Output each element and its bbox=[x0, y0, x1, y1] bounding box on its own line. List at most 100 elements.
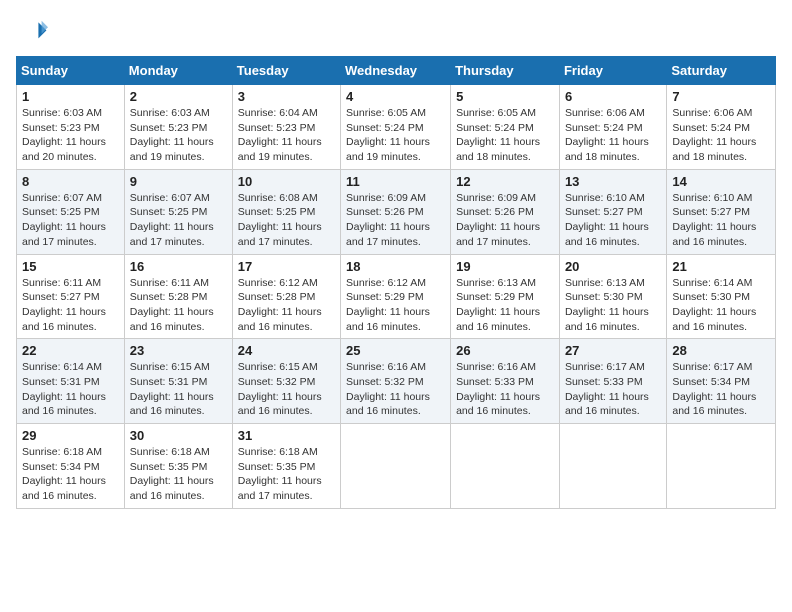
day-info: Sunrise: 6:03 AMSunset: 5:23 PMDaylight:… bbox=[22, 107, 106, 163]
day-info: Sunrise: 6:18 AMSunset: 5:35 PMDaylight:… bbox=[130, 446, 214, 502]
column-header-friday: Friday bbox=[559, 57, 666, 85]
calendar-cell: 11 Sunrise: 6:09 AMSunset: 5:26 PMDaylig… bbox=[341, 169, 451, 254]
column-header-thursday: Thursday bbox=[451, 57, 560, 85]
day-number: 24 bbox=[238, 343, 335, 358]
day-info: Sunrise: 6:12 AMSunset: 5:29 PMDaylight:… bbox=[346, 277, 430, 333]
calendar-cell: 8 Sunrise: 6:07 AMSunset: 5:25 PMDayligh… bbox=[17, 169, 125, 254]
calendar-table: SundayMondayTuesdayWednesdayThursdayFrid… bbox=[16, 56, 776, 509]
day-info: Sunrise: 6:09 AMSunset: 5:26 PMDaylight:… bbox=[346, 192, 430, 248]
column-header-tuesday: Tuesday bbox=[232, 57, 340, 85]
calendar-cell: 6 Sunrise: 6:06 AMSunset: 5:24 PMDayligh… bbox=[559, 85, 666, 170]
day-number: 14 bbox=[672, 174, 770, 189]
day-number: 4 bbox=[346, 89, 445, 104]
day-info: Sunrise: 6:14 AMSunset: 5:31 PMDaylight:… bbox=[22, 361, 106, 417]
calendar-cell: 19 Sunrise: 6:13 AMSunset: 5:29 PMDaylig… bbox=[451, 254, 560, 339]
calendar-cell bbox=[451, 424, 560, 509]
logo bbox=[16, 16, 52, 48]
day-info: Sunrise: 6:11 AMSunset: 5:27 PMDaylight:… bbox=[22, 277, 106, 333]
day-number: 12 bbox=[456, 174, 554, 189]
calendar-cell: 24 Sunrise: 6:15 AMSunset: 5:32 PMDaylig… bbox=[232, 339, 340, 424]
day-info: Sunrise: 6:07 AMSunset: 5:25 PMDaylight:… bbox=[130, 192, 214, 248]
day-info: Sunrise: 6:05 AMSunset: 5:24 PMDaylight:… bbox=[346, 107, 430, 163]
day-info: Sunrise: 6:06 AMSunset: 5:24 PMDaylight:… bbox=[565, 107, 649, 163]
calendar-cell: 9 Sunrise: 6:07 AMSunset: 5:25 PMDayligh… bbox=[124, 169, 232, 254]
calendar-week-row: 29 Sunrise: 6:18 AMSunset: 5:34 PMDaylig… bbox=[17, 424, 776, 509]
day-info: Sunrise: 6:07 AMSunset: 5:25 PMDaylight:… bbox=[22, 192, 106, 248]
calendar-cell: 3 Sunrise: 6:04 AMSunset: 5:23 PMDayligh… bbox=[232, 85, 340, 170]
day-info: Sunrise: 6:10 AMSunset: 5:27 PMDaylight:… bbox=[672, 192, 756, 248]
calendar-cell: 7 Sunrise: 6:06 AMSunset: 5:24 PMDayligh… bbox=[667, 85, 776, 170]
day-info: Sunrise: 6:18 AMSunset: 5:34 PMDaylight:… bbox=[22, 446, 106, 502]
day-info: Sunrise: 6:15 AMSunset: 5:31 PMDaylight:… bbox=[130, 361, 214, 417]
calendar-cell: 13 Sunrise: 6:10 AMSunset: 5:27 PMDaylig… bbox=[559, 169, 666, 254]
day-number: 25 bbox=[346, 343, 445, 358]
column-header-saturday: Saturday bbox=[667, 57, 776, 85]
calendar-cell: 31 Sunrise: 6:18 AMSunset: 5:35 PMDaylig… bbox=[232, 424, 340, 509]
calendar-week-row: 1 Sunrise: 6:03 AMSunset: 5:23 PMDayligh… bbox=[17, 85, 776, 170]
day-number: 15 bbox=[22, 259, 119, 274]
day-info: Sunrise: 6:08 AMSunset: 5:25 PMDaylight:… bbox=[238, 192, 322, 248]
calendar-week-row: 15 Sunrise: 6:11 AMSunset: 5:27 PMDaylig… bbox=[17, 254, 776, 339]
column-header-wednesday: Wednesday bbox=[341, 57, 451, 85]
day-number: 19 bbox=[456, 259, 554, 274]
day-number: 30 bbox=[130, 428, 227, 443]
day-number: 8 bbox=[22, 174, 119, 189]
day-info: Sunrise: 6:18 AMSunset: 5:35 PMDaylight:… bbox=[238, 446, 322, 502]
day-number: 16 bbox=[130, 259, 227, 274]
day-number: 23 bbox=[130, 343, 227, 358]
column-header-monday: Monday bbox=[124, 57, 232, 85]
calendar-cell: 10 Sunrise: 6:08 AMSunset: 5:25 PMDaylig… bbox=[232, 169, 340, 254]
calendar-cell: 16 Sunrise: 6:11 AMSunset: 5:28 PMDaylig… bbox=[124, 254, 232, 339]
calendar-cell: 30 Sunrise: 6:18 AMSunset: 5:35 PMDaylig… bbox=[124, 424, 232, 509]
day-number: 7 bbox=[672, 89, 770, 104]
day-number: 6 bbox=[565, 89, 661, 104]
day-number: 27 bbox=[565, 343, 661, 358]
day-number: 11 bbox=[346, 174, 445, 189]
calendar-cell: 28 Sunrise: 6:17 AMSunset: 5:34 PMDaylig… bbox=[667, 339, 776, 424]
day-number: 31 bbox=[238, 428, 335, 443]
day-number: 28 bbox=[672, 343, 770, 358]
calendar-cell: 4 Sunrise: 6:05 AMSunset: 5:24 PMDayligh… bbox=[341, 85, 451, 170]
day-number: 26 bbox=[456, 343, 554, 358]
calendar-cell: 14 Sunrise: 6:10 AMSunset: 5:27 PMDaylig… bbox=[667, 169, 776, 254]
column-header-sunday: Sunday bbox=[17, 57, 125, 85]
day-info: Sunrise: 6:16 AMSunset: 5:33 PMDaylight:… bbox=[456, 361, 540, 417]
logo-icon bbox=[16, 16, 48, 48]
calendar-cell: 21 Sunrise: 6:14 AMSunset: 5:30 PMDaylig… bbox=[667, 254, 776, 339]
day-number: 10 bbox=[238, 174, 335, 189]
day-info: Sunrise: 6:14 AMSunset: 5:30 PMDaylight:… bbox=[672, 277, 756, 333]
calendar-week-row: 8 Sunrise: 6:07 AMSunset: 5:25 PMDayligh… bbox=[17, 169, 776, 254]
day-number: 18 bbox=[346, 259, 445, 274]
calendar-cell: 26 Sunrise: 6:16 AMSunset: 5:33 PMDaylig… bbox=[451, 339, 560, 424]
page-header bbox=[16, 16, 776, 48]
calendar-cell bbox=[341, 424, 451, 509]
calendar-cell: 2 Sunrise: 6:03 AMSunset: 5:23 PMDayligh… bbox=[124, 85, 232, 170]
day-info: Sunrise: 6:12 AMSunset: 5:28 PMDaylight:… bbox=[238, 277, 322, 333]
day-number: 5 bbox=[456, 89, 554, 104]
day-number: 3 bbox=[238, 89, 335, 104]
calendar-week-row: 22 Sunrise: 6:14 AMSunset: 5:31 PMDaylig… bbox=[17, 339, 776, 424]
calendar-cell: 27 Sunrise: 6:17 AMSunset: 5:33 PMDaylig… bbox=[559, 339, 666, 424]
day-info: Sunrise: 6:05 AMSunset: 5:24 PMDaylight:… bbox=[456, 107, 540, 163]
day-number: 2 bbox=[130, 89, 227, 104]
day-info: Sunrise: 6:04 AMSunset: 5:23 PMDaylight:… bbox=[238, 107, 322, 163]
day-number: 21 bbox=[672, 259, 770, 274]
day-info: Sunrise: 6:13 AMSunset: 5:29 PMDaylight:… bbox=[456, 277, 540, 333]
day-number: 13 bbox=[565, 174, 661, 189]
day-number: 20 bbox=[565, 259, 661, 274]
calendar-cell: 17 Sunrise: 6:12 AMSunset: 5:28 PMDaylig… bbox=[232, 254, 340, 339]
day-info: Sunrise: 6:06 AMSunset: 5:24 PMDaylight:… bbox=[672, 107, 756, 163]
calendar-cell: 25 Sunrise: 6:16 AMSunset: 5:32 PMDaylig… bbox=[341, 339, 451, 424]
day-number: 9 bbox=[130, 174, 227, 189]
day-info: Sunrise: 6:16 AMSunset: 5:32 PMDaylight:… bbox=[346, 361, 430, 417]
day-info: Sunrise: 6:17 AMSunset: 5:34 PMDaylight:… bbox=[672, 361, 756, 417]
calendar-cell: 1 Sunrise: 6:03 AMSunset: 5:23 PMDayligh… bbox=[17, 85, 125, 170]
day-number: 17 bbox=[238, 259, 335, 274]
day-number: 22 bbox=[22, 343, 119, 358]
calendar-cell: 22 Sunrise: 6:14 AMSunset: 5:31 PMDaylig… bbox=[17, 339, 125, 424]
day-info: Sunrise: 6:10 AMSunset: 5:27 PMDaylight:… bbox=[565, 192, 649, 248]
day-number: 1 bbox=[22, 89, 119, 104]
calendar-cell: 15 Sunrise: 6:11 AMSunset: 5:27 PMDaylig… bbox=[17, 254, 125, 339]
day-info: Sunrise: 6:13 AMSunset: 5:30 PMDaylight:… bbox=[565, 277, 649, 333]
day-info: Sunrise: 6:03 AMSunset: 5:23 PMDaylight:… bbox=[130, 107, 214, 163]
